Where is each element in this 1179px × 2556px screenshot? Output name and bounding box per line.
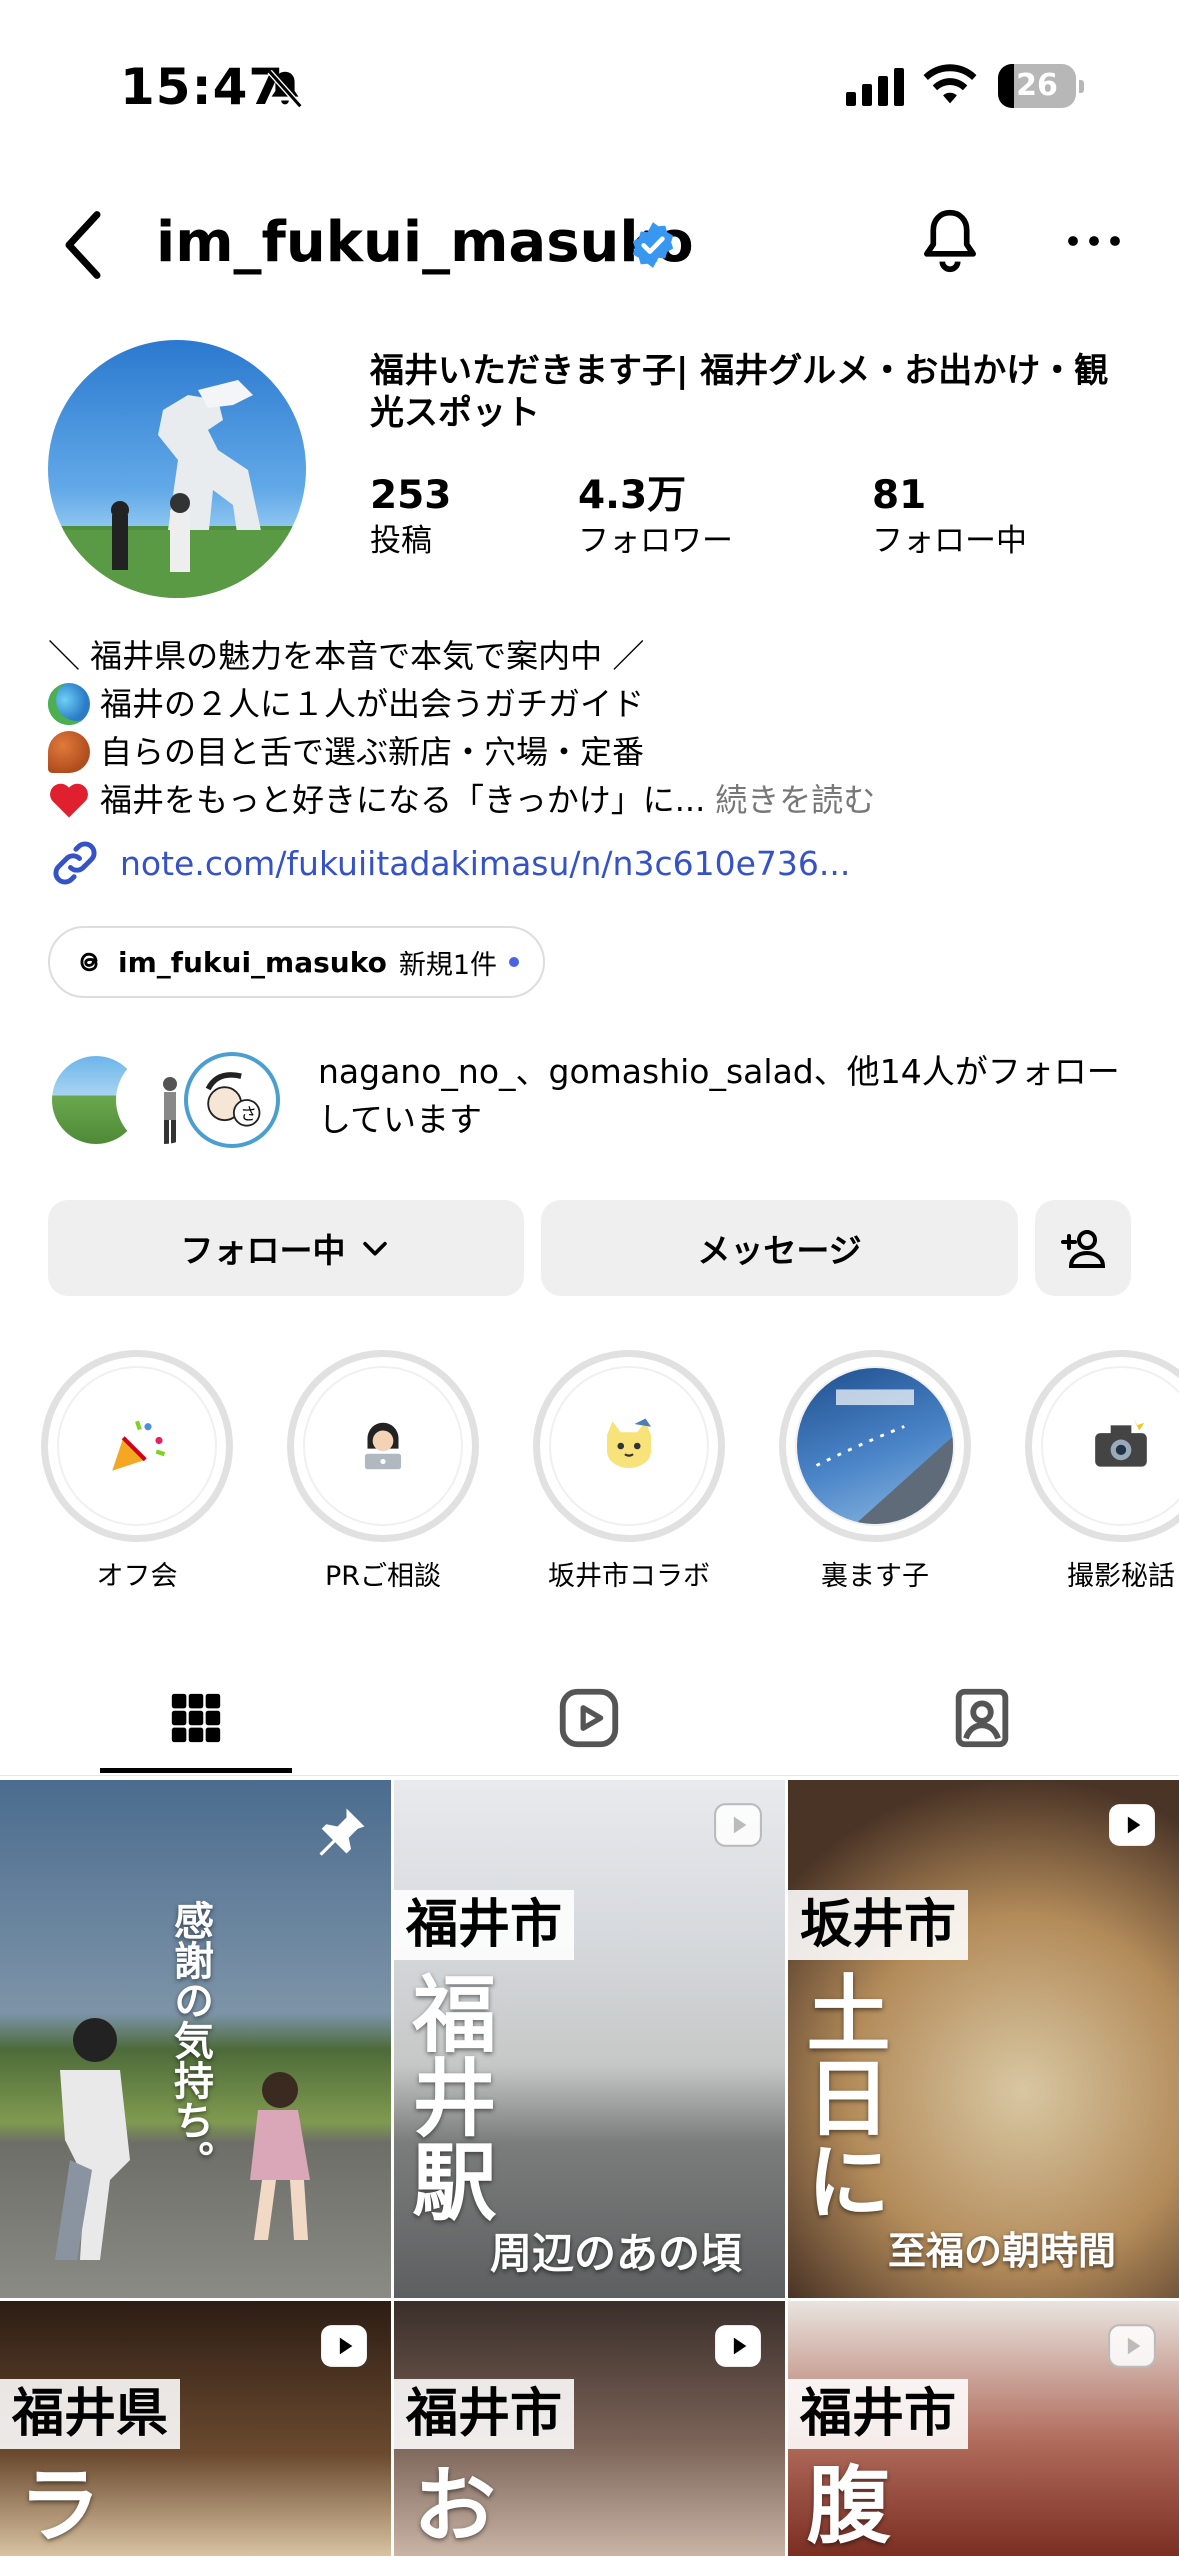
reels-icon [559, 1688, 619, 1748]
highlight-label: 坂井市コラボ [548, 1561, 710, 1592]
threads-new-count: 新規1件 [398, 949, 498, 981]
new-indicator-dot [509, 957, 520, 967]
link-icon [53, 841, 97, 885]
stat-following-count: 81 [872, 473, 927, 518]
highlight-item[interactable]: PRご相談 [286, 1350, 480, 1594]
tab-active-indicator [100, 1768, 292, 1773]
following-button-label: フォロー中 [180, 1231, 346, 1270]
post-tile[interactable]: 福井市 福井駅 周辺のあの頃 [394, 1780, 785, 2298]
stat-following-label: フォロー中 [872, 523, 1027, 559]
highlight-item[interactable]: 裏ます子 [778, 1350, 972, 1594]
stat-followers[interactable]: 4.3万 フォロワー [578, 472, 808, 562]
suggest-users-button[interactable] [1035, 1200, 1131, 1296]
highlight-label: 撮影秘話 [1067, 1561, 1175, 1592]
post-caption-big: ラ [5, 2461, 103, 2545]
status-time: 15:47 [120, 58, 285, 116]
post-tile[interactable]: 福井市 お [394, 2301, 785, 2556]
message-button-label: メッセージ [697, 1231, 862, 1270]
svg-text:さ: さ [240, 1104, 257, 1123]
battery-indicator: 26 [998, 64, 1084, 108]
post-tile[interactable]: 感謝の気持ち。 [0, 1780, 391, 2298]
notification-bell-icon[interactable] [918, 205, 982, 277]
back-icon[interactable] [58, 210, 108, 280]
following-button[interactable]: フォロー中 [48, 1200, 524, 1296]
bio-line: 福井の２人に１人が出会うガチガイド [100, 685, 645, 723]
story-highlights: オフ会 PRご相談 坂井市コラボ 裏ます子 撮影秘話 [40, 1350, 1179, 1600]
profile-avatar[interactable] [48, 340, 306, 598]
add-person-icon [1061, 1230, 1106, 1268]
highlight-label: 裏ます子 [821, 1561, 929, 1592]
tab-tagged[interactable] [884, 1660, 1080, 1776]
threads-badge[interactable]: im_fukui_masuko 新規1件 [48, 926, 546, 998]
highlight-item[interactable]: 撮影秘話 [1024, 1350, 1179, 1594]
posts-grid: 感謝の気持ち。 福井市 福井駅 周辺のあの頃 坂井市 土日に 至福の朝時間 福井… [0, 1780, 1179, 2556]
profile-link-text: note.com/fukuiitadakimasu/n/n3c610e736..… [120, 843, 851, 883]
post-caption-sub: 周辺のあの頃 [490, 2229, 743, 2278]
meat-on-bone-icon [48, 731, 90, 773]
profile-display-name: 福井いただきます子| 福井グルメ・お出かけ・観光スポット [370, 351, 1109, 433]
chevron-down-icon [362, 1241, 387, 1256]
bell-muted-icon [267, 69, 303, 109]
tab-reels[interactable] [491, 1660, 687, 1776]
post-caption-big: 腹 [793, 2461, 891, 2545]
post-tile[interactable]: 福井県 ラ [0, 2301, 391, 2556]
threads-handle: im_fukui_masuko [118, 945, 387, 979]
mutual-followers-text: nagano_no_、gomashio_salad、他14人がフォローしています [318, 1052, 1120, 1139]
post-location-title: 坂井市 [788, 1890, 969, 1960]
post-location-title: 福井市 [788, 2379, 969, 2449]
post-caption-big: 福井駅 [399, 1970, 497, 2222]
reels-icon [715, 2325, 761, 2367]
profile-username: im_fukui_masuko [156, 210, 694, 275]
reels-icon [1109, 1804, 1155, 1846]
post-location-title: 福井市 [394, 1890, 575, 1960]
mutual-follower-avatar: さ [184, 1052, 280, 1148]
cat-mascot-icon [607, 1418, 651, 1468]
stat-followers-count: 4.3万 [578, 473, 687, 518]
cellular-signal-icon [846, 66, 904, 106]
more-options-icon[interactable] [1066, 228, 1122, 254]
profile-link[interactable]: note.com/fukuiitadakimasu/n/n3c610e736..… [48, 836, 850, 890]
tab-posts[interactable] [98, 1660, 294, 1776]
stat-posts-label: 投稿 [370, 523, 432, 559]
bio-line: ＼ 福井県の魅力を本音で本気で案内中 ／ [48, 637, 645, 675]
post-tile[interactable]: 坂井市 土日に 至福の朝時間 [788, 1780, 1179, 2298]
stat-followers-label: フォロワー [578, 523, 733, 559]
bio-line: 自らの目と舌で選ぶ新店・穴場・定番 [100, 733, 645, 771]
reels-icon [1108, 2324, 1156, 2368]
profile-tab-bar [0, 1660, 1179, 1776]
wifi-icon [923, 64, 977, 104]
message-button[interactable]: メッセージ [541, 1200, 1018, 1296]
globe-icon [48, 683, 90, 725]
camera-flash-icon [1095, 1417, 1147, 1467]
highlight-label: PRご相談 [324, 1561, 442, 1592]
post-caption-sub: 至福の朝時間 [888, 2229, 1117, 2273]
mutual-followers[interactable]: さ nagano_no_、gomashio_salad、他14人がフォローしてい… [48, 1048, 1138, 1152]
post-caption-big: お [399, 2461, 497, 2545]
highlight-item[interactable]: オフ会 [40, 1350, 234, 1594]
highlight-label: オフ会 [96, 1561, 178, 1592]
airplane-window-icon [815, 1389, 953, 1524]
post-location-title: 福井市 [394, 2379, 575, 2449]
verified-badge-icon [632, 222, 674, 268]
post-caption-big: 土日に [793, 1970, 891, 2222]
stat-posts[interactable]: 253 投稿 [370, 472, 600, 562]
profile-bio: ＼ 福井県の魅力を本音で本気で案内中 ／ 福井の２人に１人が出会うガチガイド 自… [48, 632, 1138, 824]
tagged-icon [955, 1688, 1009, 1748]
stat-following[interactable]: 81 フォロー中 [872, 472, 1102, 562]
post-location-title: 福井県 [0, 2379, 181, 2449]
highlight-item[interactable]: 坂井市コラボ [532, 1350, 726, 1594]
bio-line: 福井をもっと好きになる「きっかけ」に... [100, 781, 706, 819]
bio-more-link[interactable]: 続きを読む [715, 776, 875, 824]
stat-posts-count: 253 [370, 473, 452, 518]
party-popper-icon [112, 1420, 166, 1471]
grid-icon [171, 1693, 221, 1743]
threads-icon [80, 952, 98, 972]
red-heart-icon [50, 783, 88, 818]
post-photo-runners [55, 2018, 310, 2260]
reels-icon [321, 2325, 367, 2367]
woman-laptop-icon [364, 1422, 402, 1470]
post-tile[interactable]: 福井市 腹 [788, 2301, 1179, 2556]
reels-icon [714, 1803, 762, 1847]
